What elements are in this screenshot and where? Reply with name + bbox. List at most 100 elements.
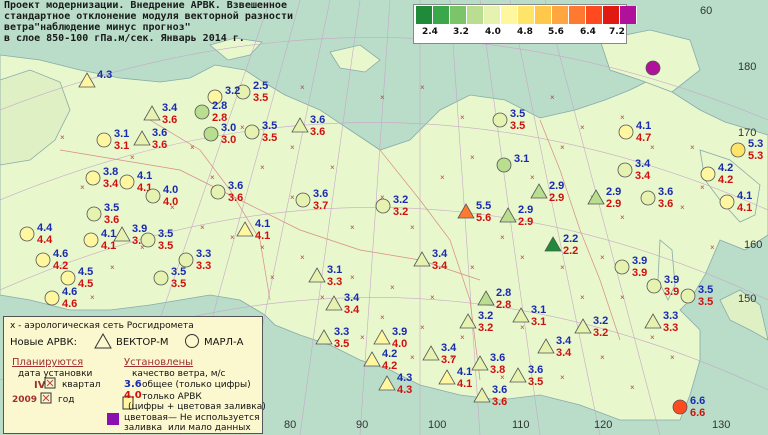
- aerological-station-mark: ×: [200, 223, 205, 232]
- station-total-value: 3.4: [162, 102, 178, 114]
- scale-swatch: [467, 6, 484, 24]
- aerological-station-mark: ×: [620, 213, 625, 222]
- station-total-value: 4.4: [37, 222, 53, 234]
- aerological-station-mark: ×: [270, 273, 275, 282]
- marl-circle-icon: [496, 157, 512, 173]
- aerological-station-mark: ×: [360, 333, 365, 342]
- station-total-value: 3.4: [635, 158, 651, 170]
- station-total-value: 2.9: [518, 204, 533, 216]
- marl-station: [645, 60, 661, 76]
- station-total-value: 3.8: [103, 166, 118, 178]
- station-total-value: 3.1: [514, 153, 529, 165]
- station-total-value: 3.5: [158, 228, 173, 240]
- marl-circle-icon: [44, 290, 60, 306]
- aerological-station-mark: ×: [60, 133, 65, 142]
- legend-installed-header: Установлены: [124, 357, 194, 368]
- legend-color-dash: — Не используется: [168, 413, 260, 423]
- station-arvk-value: 3.4: [635, 170, 651, 182]
- station-total-value: 3.3: [334, 326, 349, 338]
- station-arvk-value: 3.0: [221, 134, 236, 146]
- scale-tick: 4.8: [517, 27, 533, 37]
- aerological-station-mark: ×: [520, 253, 525, 262]
- marl-circle-icon: [617, 162, 633, 178]
- marl-circle-icon: [672, 399, 688, 415]
- station-total-value: 3.2: [478, 310, 493, 322]
- station-arvk-value: 3.5: [698, 296, 713, 308]
- aerological-station-mark: ×: [600, 253, 605, 262]
- station-arvk-value: 3.7: [313, 200, 328, 212]
- title-line-2: стандартное отклонение модуля векторной …: [4, 11, 293, 22]
- marl-circle-icon: [203, 126, 219, 142]
- scale-tick: 3.2: [453, 27, 469, 37]
- station-arvk-value: 4.2: [382, 360, 397, 372]
- title-line-1: Проект модернизации. Внедрение АРВК. Взв…: [4, 0, 287, 11]
- scale-swatch: [586, 6, 603, 24]
- station-total-value: 3.6: [313, 188, 328, 200]
- aerological-station-mark: ×: [110, 263, 115, 272]
- station-arvk-value: 3.5: [510, 120, 525, 132]
- scale-swatch: [620, 6, 637, 24]
- color-scale-ticks: 2.4 3.2 4.0 4.8 5.6 6.4 7.2: [414, 27, 626, 39]
- aerological-station-mark: ×: [390, 283, 395, 292]
- scale-swatch: [450, 6, 467, 24]
- lon-label-110: 110: [512, 419, 530, 431]
- aerological-station-mark: ×: [670, 353, 675, 362]
- aerological-station-mark: ×: [520, 323, 525, 332]
- station-total-value: 4.1: [255, 218, 270, 230]
- aerological-station-mark: ×: [330, 163, 335, 172]
- scale-swatch: [433, 6, 450, 24]
- aerological-station-mark: ×: [580, 293, 585, 302]
- planned-marker-icon: [44, 377, 56, 389]
- legend-color-fill: цветовая: [124, 413, 168, 423]
- marl-circle-icon: [640, 190, 656, 206]
- aerological-station-mark: ×: [300, 83, 305, 92]
- station-arvk-value: 3.1: [114, 140, 129, 152]
- station-arvk-value: 4.3: [397, 384, 412, 396]
- scale-swatch: [518, 6, 535, 24]
- aerological-station-mark: ×: [460, 333, 465, 342]
- legend-network-label: x - аэрологическая сеть Росгидромета: [10, 321, 194, 331]
- station-arvk-value: 3.3: [663, 322, 678, 334]
- station-arvk-value: 4.2: [718, 174, 733, 186]
- station-total-value: 4.0: [163, 184, 178, 196]
- station-total-value: 3.2: [593, 315, 608, 327]
- legend-quarter: квартал: [62, 380, 101, 390]
- lon-label-160: 160: [744, 239, 762, 251]
- scale-swatch: [501, 6, 518, 24]
- aerological-station-mark: ×: [630, 383, 635, 392]
- aerological-station-mark: ×: [410, 223, 415, 232]
- aerological-station-mark: ×: [620, 113, 625, 122]
- scale-swatch: [603, 6, 620, 24]
- map-title: Проект модернизации. Внедрение АРВК. Взв…: [4, 0, 293, 44]
- marl-circle-icon: [19, 226, 35, 242]
- aerological-station-mark: ×: [430, 293, 435, 302]
- station-total-value: 4.5: [78, 266, 93, 278]
- aerological-station-mark: ×: [260, 243, 265, 252]
- aerological-station-mark: ×: [210, 173, 215, 182]
- station-arvk-value: 3.6: [658, 198, 673, 210]
- marl-circle-icon: [140, 232, 156, 248]
- station-total-value: 3.2: [225, 85, 240, 97]
- station-total-value: 3.4: [344, 292, 360, 304]
- year-marker-icon: [40, 392, 52, 404]
- marl-circle-icon: [244, 124, 260, 140]
- aerological-station-mark: ×: [470, 153, 475, 162]
- lon-label-80: 80: [284, 419, 296, 431]
- aerological-station-mark: ×: [710, 243, 715, 252]
- scale-swatch: [416, 6, 433, 24]
- station-arvk-value: 4.6: [62, 298, 77, 310]
- aerological-station-mark: ×: [290, 143, 295, 152]
- station-arvk-value: 3.6: [492, 396, 507, 408]
- title-line-4: в слое 850-100 гПа.м/сек. Январь 2014 г.: [4, 33, 245, 44]
- station-arvk-value: 3.1: [531, 316, 546, 328]
- scale-swatch: [552, 6, 569, 24]
- station-total-value: 3.6: [492, 384, 507, 396]
- marl-circle-icon: [680, 288, 696, 304]
- station-total-value: 3.4: [556, 335, 572, 347]
- legend-color-desc2: или мало данных: [168, 423, 251, 433]
- aerological-station-mark: ×: [420, 83, 425, 92]
- scale-swatch: [484, 6, 501, 24]
- station-total-value: 4.2: [382, 348, 397, 360]
- aerological-station-mark: ×: [580, 123, 585, 132]
- station-arvk-value: 2.9: [549, 192, 564, 204]
